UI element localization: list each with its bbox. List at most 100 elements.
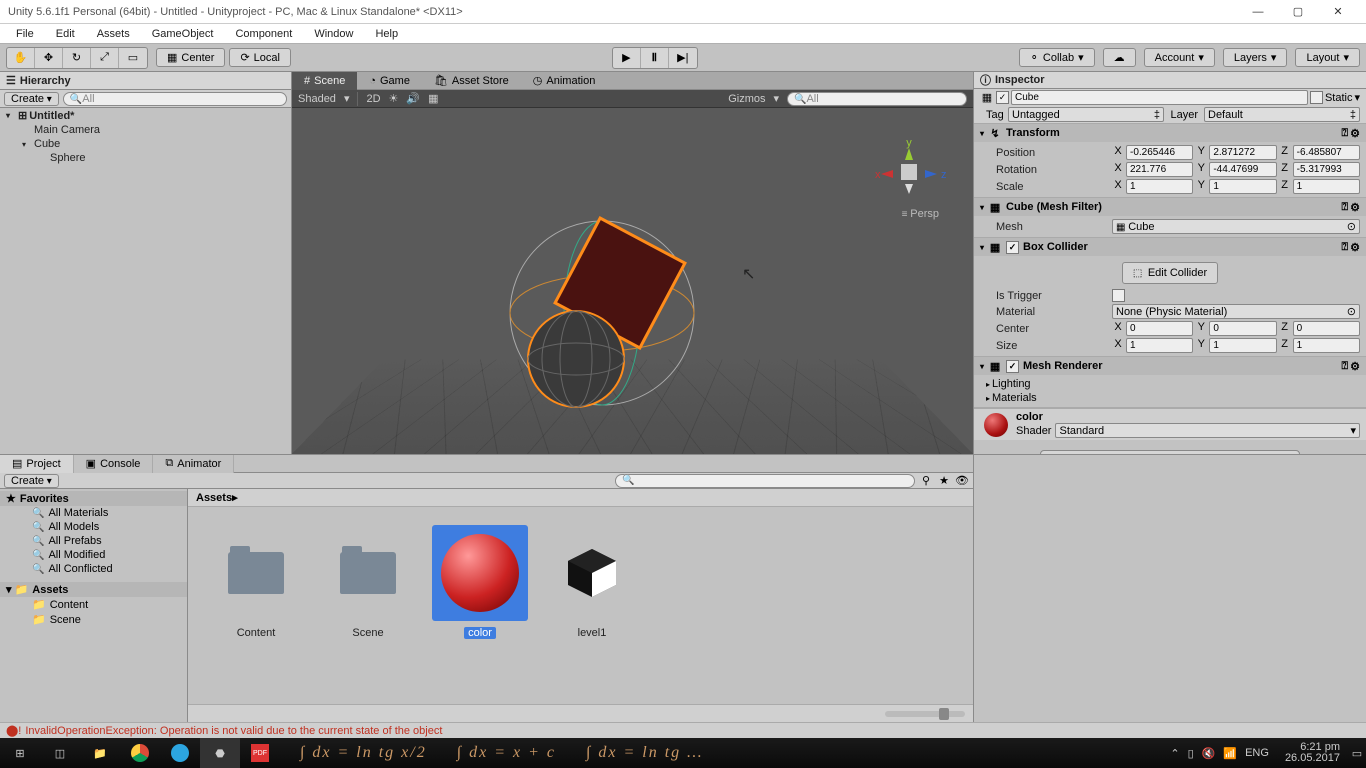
layout-button[interactable]: Layout▾ xyxy=(1295,48,1360,67)
fav-modified[interactable]: 🔍All Modified xyxy=(0,548,187,562)
asset-level1[interactable]: level1 xyxy=(544,525,640,686)
center-z[interactable]: 0 xyxy=(1293,321,1360,336)
inspector-tab[interactable]: ⓘInspector xyxy=(974,72,1366,89)
help-icon[interactable]: ⍰ xyxy=(1342,360,1349,373)
tab-game[interactable]: ◔Game xyxy=(357,72,422,90)
orientation-gizmo[interactable]: y x z xyxy=(869,138,949,206)
system-tray[interactable]: ⌃ ▯ 🔇 📶 ENG xyxy=(1162,747,1277,760)
pos-x-field[interactable]: -0.265446 xyxy=(1126,145,1193,160)
thumbnail-size-slider[interactable] xyxy=(885,711,965,717)
shader-dropdown[interactable]: Standard▾ xyxy=(1055,423,1360,438)
coord-mode-button[interactable]: ⟳Local xyxy=(229,48,291,67)
menu-help[interactable]: Help xyxy=(365,26,408,42)
tray-up-icon[interactable]: ⌃ xyxy=(1170,747,1179,760)
lang-indicator[interactable]: ENG xyxy=(1245,747,1269,759)
tab-asset-store[interactable]: 🛍Asset Store xyxy=(422,72,521,90)
pdf-icon[interactable]: PDF xyxy=(240,738,280,768)
scale-tool-icon[interactable]: ⤢ xyxy=(91,48,119,68)
mode-2d-toggle[interactable]: 2D xyxy=(366,93,380,105)
layer-dropdown[interactable]: Default ‡ xyxy=(1204,107,1360,122)
effects-icon[interactable]: ▦ xyxy=(428,92,438,105)
help-icon[interactable]: ⍰ xyxy=(1342,241,1349,254)
favorites-header[interactable]: ★ Favorites xyxy=(0,491,187,506)
help-icon[interactable]: ⍰ xyxy=(1342,127,1349,140)
hierarchy-item-camera[interactable]: Main Camera xyxy=(0,123,291,137)
gizmos-toggle[interactable]: Gizmos xyxy=(728,93,765,105)
pause-button[interactable]: Ⅱ xyxy=(641,48,669,68)
hierarchy-item-cube[interactable]: ▾Cube xyxy=(0,137,291,151)
wifi-icon[interactable]: 📶 xyxy=(1223,747,1237,760)
scale-y-field[interactable]: 1 xyxy=(1209,179,1276,194)
task-view-icon[interactable]: ◫ xyxy=(40,738,80,768)
explorer-icon[interactable]: 📁 xyxy=(80,738,120,768)
telegram-icon[interactable] xyxy=(160,738,200,768)
status-bar[interactable]: ⬤! InvalidOperationException: Operation … xyxy=(0,722,1366,738)
menu-component[interactable]: Component xyxy=(225,26,302,42)
hierarchy-item-sphere[interactable]: Sphere xyxy=(0,151,291,165)
play-button[interactable]: ▶ xyxy=(613,48,641,68)
obj-name-field[interactable] xyxy=(1011,90,1308,105)
hand-tool-icon[interactable]: ✋ xyxy=(7,48,35,68)
scale-z-field[interactable]: 1 xyxy=(1293,179,1360,194)
hierarchy-tab[interactable]: ☰Hierarchy xyxy=(0,72,291,90)
scene-viewport[interactable]: y x z ≡ Persp ↖ xyxy=(292,108,973,454)
istrigger-checkbox[interactable] xyxy=(1112,289,1125,302)
size-z[interactable]: 1 xyxy=(1293,338,1360,353)
physmat-field[interactable]: None (Physic Material)⊙ xyxy=(1112,304,1360,319)
transform-header[interactable]: ▾↯Transform⍰⚙ xyxy=(974,124,1366,142)
size-y[interactable]: 1 xyxy=(1209,338,1276,353)
window-minimize[interactable]: — xyxy=(1238,0,1278,24)
project-breadcrumb[interactable]: Assets ▸ xyxy=(188,489,973,507)
window-maximize[interactable]: ▢ xyxy=(1278,0,1318,24)
fav-prefabs[interactable]: 🔍All Prefabs xyxy=(0,534,187,548)
notifications-icon[interactable]: ▭ xyxy=(1348,738,1366,768)
rot-x-field[interactable]: 221.776 xyxy=(1126,162,1193,177)
fav-materials[interactable]: 🔍All Materials xyxy=(0,506,187,520)
rotate-tool-icon[interactable]: ↻ xyxy=(63,48,91,68)
gear-icon[interactable]: ⚙ xyxy=(1350,127,1360,140)
gear-icon[interactable]: ⚙ xyxy=(1350,360,1360,373)
account-button[interactable]: Account▾ xyxy=(1144,48,1215,67)
mesh-field[interactable]: ▦ Cube⊙ xyxy=(1112,219,1360,234)
gear-icon[interactable]: ⚙ xyxy=(1350,241,1360,254)
scene-search[interactable]: 🔍All xyxy=(787,92,967,106)
volume-icon[interactable]: 🔇 xyxy=(1202,747,1216,760)
meshrenderer-enabled[interactable]: ✓ xyxy=(1006,360,1019,373)
materials-foldout[interactable]: Materials xyxy=(992,392,1037,404)
meshfilter-header[interactable]: ▾▦Cube (Mesh Filter)⍰⚙ xyxy=(974,198,1366,216)
menu-window[interactable]: Window xyxy=(304,26,363,42)
layers-button[interactable]: Layers▾ xyxy=(1223,48,1288,67)
save-filter-icon[interactable]: ★ xyxy=(937,474,951,488)
chrome-icon[interactable] xyxy=(120,738,160,768)
pos-z-field[interactable]: -6.485807 xyxy=(1293,145,1360,160)
start-button[interactable]: ⊞ xyxy=(0,738,40,768)
window-close[interactable]: ✕ xyxy=(1318,0,1358,24)
project-search[interactable]: 🔍 xyxy=(615,474,915,488)
project-create-button[interactable]: Create ▾ xyxy=(4,474,59,488)
menu-edit[interactable]: Edit xyxy=(46,26,85,42)
taskbar-clock[interactable]: 6:21 pm 26.05.2017 xyxy=(1277,742,1348,764)
tag-dropdown[interactable]: Untagged ‡ xyxy=(1008,107,1164,122)
cloud-button[interactable]: ☁ xyxy=(1103,48,1136,67)
rot-y-field[interactable]: -44.47699 xyxy=(1209,162,1276,177)
meshrenderer-header[interactable]: ▾▦✓Mesh Renderer⍰⚙ xyxy=(974,357,1366,375)
center-x[interactable]: 0 xyxy=(1126,321,1193,336)
asset-color[interactable]: color xyxy=(432,525,528,686)
gear-icon[interactable]: ⚙ xyxy=(1350,201,1360,214)
menu-file[interactable]: File xyxy=(6,26,44,42)
obj-active-checkbox[interactable]: ✓ xyxy=(996,91,1009,104)
shading-mode[interactable]: Shaded xyxy=(298,93,336,105)
network-icon[interactable]: ▯ xyxy=(1188,747,1194,760)
tab-project[interactable]: ▤Project xyxy=(0,455,74,473)
tab-animator[interactable]: ⧉Animator xyxy=(153,455,234,473)
move-tool-icon[interactable]: ✥ xyxy=(35,48,63,68)
light-icon[interactable]: ☀ xyxy=(389,92,399,105)
hierarchy-create-button[interactable]: Create ▾ xyxy=(4,92,59,106)
pos-y-field[interactable]: 2.871272 xyxy=(1209,145,1276,160)
static-checkbox[interactable] xyxy=(1310,91,1323,104)
size-x[interactable]: 1 xyxy=(1126,338,1193,353)
assets-root[interactable]: ▾ 📁 Assets xyxy=(0,582,187,597)
step-button[interactable]: ▶| xyxy=(669,48,697,68)
boxcollider-header[interactable]: ▾▦✓Box Collider⍰⚙ xyxy=(974,238,1366,256)
folder-scene[interactable]: 📁 Scene xyxy=(0,612,187,627)
